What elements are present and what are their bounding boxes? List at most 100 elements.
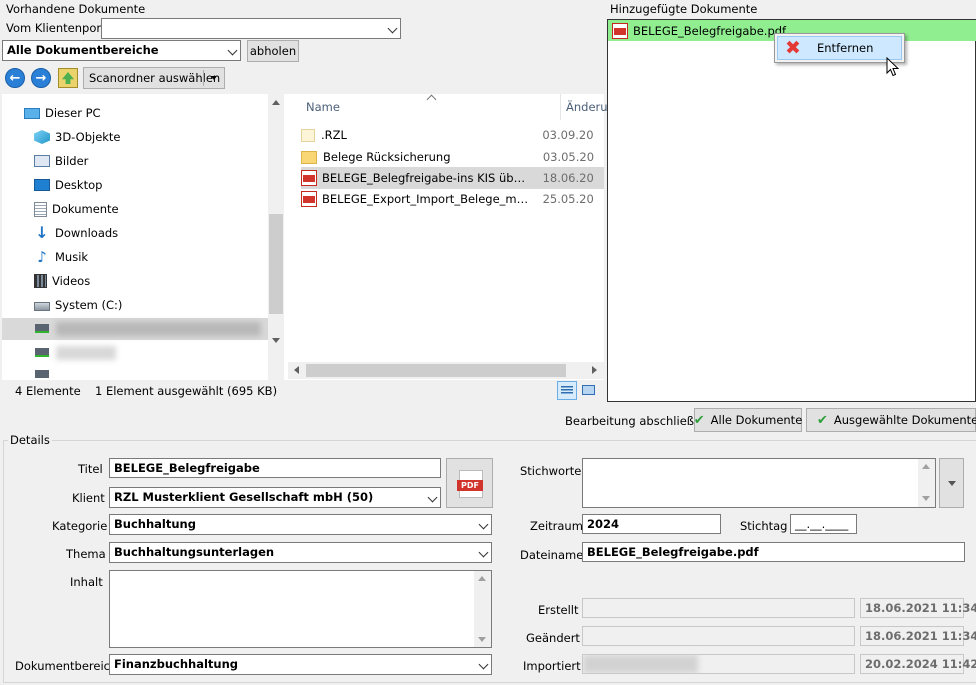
remove-menu-item[interactable]: ✖ Entfernen	[777, 36, 902, 60]
pdf-badge-text: PDF	[457, 480, 483, 491]
dropdown-triangle-icon	[947, 480, 956, 486]
pc-icon	[24, 107, 40, 119]
imported-by-field	[582, 654, 855, 674]
reference-date-field[interactable]: __.__.____	[790, 514, 857, 534]
file-date: 18.06.20	[542, 171, 594, 185]
file-name: BELEGE_Belegfreigabe-ins KIS übernom...	[322, 171, 529, 185]
finish-all-label: Alle Dokumente	[710, 413, 803, 427]
topic-label: Thema	[66, 547, 106, 561]
scroll-down-icon[interactable]	[272, 338, 280, 343]
tree-item-3d-objects[interactable]: 3D-Objekte	[34, 126, 121, 148]
tree-item-pictures[interactable]: Bilder	[34, 150, 88, 172]
scan-folder-button[interactable]: Scanordner auswählen	[83, 67, 225, 89]
pictures-icon	[34, 155, 50, 167]
document-area-combo[interactable]: Alle Dokumentbereiche	[2, 40, 241, 61]
category-combo[interactable]: Buchhaltung	[109, 514, 492, 535]
tree-scrollbar[interactable]	[268, 94, 284, 380]
chevron-down-icon	[227, 45, 238, 56]
network-drive-icon	[35, 324, 49, 333]
file-row-export-import[interactable]: BELEGE_Export_Import_Belege_mit_Beleg...…	[301, 188, 604, 210]
file-list-hscrollbar[interactable]	[288, 362, 604, 379]
file-name: .RZL	[321, 128, 347, 142]
tree-item-desktop[interactable]: Desktop	[34, 174, 102, 196]
back-arrow-icon[interactable]: ←	[5, 68, 25, 88]
category-value: Buchhaltung	[114, 517, 196, 531]
modified-by-field	[582, 626, 855, 646]
scroll-left-icon[interactable]	[294, 366, 299, 374]
tree-scroll-thumb[interactable]	[269, 214, 283, 314]
content-scrollbar[interactable]	[474, 571, 491, 647]
scroll-down-icon[interactable]	[478, 637, 486, 642]
title-field[interactable]: BELEGE_Belegfreigabe	[109, 458, 441, 478]
fetch-button-label: abholen	[249, 44, 297, 58]
tree-item-label: Dieser PC	[45, 106, 101, 120]
file-row-belege-ruecksicherung[interactable]: Belege Rücksicherung 03.05.20	[301, 146, 604, 168]
tree-item-label: Videos	[52, 274, 91, 288]
file-name: Belege Rücksicherung	[323, 150, 451, 164]
filename-field[interactable]: BELEGE_Belegfreigabe.pdf	[582, 542, 965, 562]
client-portal-combo[interactable]	[101, 18, 401, 39]
pdf-icon	[301, 170, 317, 186]
scroll-up-icon[interactable]	[922, 464, 930, 469]
checkmark-icon: ✔	[817, 412, 828, 428]
scan-folder-label: Scanordner auswählen	[89, 71, 221, 85]
added-documents-label: Hinzugefügte Dokumente	[610, 2, 758, 16]
scroll-up-icon[interactable]	[478, 576, 486, 581]
sort-up-icon	[426, 94, 437, 105]
tree-item-label: Bilder	[55, 154, 89, 168]
finish-all-button[interactable]: ✔ Alle Dokumente	[694, 408, 802, 432]
period-field[interactable]: 2024	[582, 514, 721, 534]
tree-item-label: System (C:)	[55, 298, 123, 312]
tree-item-videos[interactable]: Videos	[34, 270, 90, 292]
created-label: Erstellt	[538, 603, 579, 617]
topic-value: Buchhaltungsunterlagen	[114, 545, 275, 559]
finish-label: Bearbeitung abschließen:	[565, 414, 713, 428]
hscroll-thumb[interactable]	[306, 364, 566, 377]
content-label: Inhalt	[70, 575, 103, 589]
chevron-down-icon	[478, 519, 489, 530]
keywords-scrollbar[interactable]	[918, 459, 935, 507]
videos-icon	[34, 274, 47, 288]
forward-arrow-icon[interactable]: →	[31, 68, 51, 88]
tree-item-this-pc[interactable]: Dieser PC	[24, 102, 101, 124]
tree-item-system-c[interactable]: System (C:)	[34, 294, 122, 316]
details-view-icon[interactable]	[557, 381, 577, 400]
client-combo[interactable]: RZL Musterklient Gesellschaft mbH (50)	[109, 487, 441, 508]
added-documents-list[interactable]	[607, 19, 976, 402]
large-icons-view-icon[interactable]	[580, 383, 597, 398]
column-name[interactable]: Name	[306, 100, 340, 114]
column-changed[interactable]: Änderu	[566, 100, 608, 114]
open-pdf-button[interactable]: PDF	[446, 458, 493, 508]
scroll-right-icon[interactable]	[592, 366, 597, 374]
pdf-document-icon: PDF	[457, 470, 483, 498]
pdf-icon	[612, 22, 628, 39]
content-textarea[interactable]	[109, 570, 492, 648]
dropdown-triangle-icon[interactable]	[211, 76, 217, 80]
scroll-down-icon[interactable]	[922, 496, 930, 501]
tree-item-downloads[interactable]: ↓ Downloads	[34, 222, 118, 244]
status-selection: 1 Element ausgewählt (695 KB)	[95, 384, 278, 398]
file-row-belegfreigabe-selected[interactable]: BELEGE_Belegfreigabe-ins KIS übernom... …	[301, 167, 604, 189]
imported-date: 20.02.2024 11:42	[860, 654, 976, 674]
chevron-down-icon	[387, 23, 398, 34]
category-label: Kategorie	[52, 519, 108, 533]
checkmark-icon: ✔	[693, 412, 705, 428]
keywords-dropdown-button[interactable]	[939, 458, 964, 508]
fetch-button[interactable]: abholen	[247, 40, 299, 62]
file-row-rzl[interactable]: .RZL 03.09.20	[301, 124, 604, 146]
tree-item-music[interactable]: ♪ Musik	[34, 246, 88, 268]
drive-icon	[34, 302, 50, 311]
filename-label: Dateiname	[520, 548, 584, 562]
reference-date-label: Stichtag	[740, 519, 788, 533]
topic-combo[interactable]: Buchhaltungsunterlagen	[109, 542, 492, 563]
tree-item-documents[interactable]: Dokumente	[34, 198, 119, 220]
keywords-field[interactable]	[582, 458, 936, 508]
finish-selected-button[interactable]: ✔ Ausgewählte Dokumente	[806, 408, 976, 432]
document-area-detail-combo[interactable]: Finanzbuchhaltung	[109, 654, 492, 675]
tree-item-label: 3D-Objekte	[55, 130, 121, 144]
scroll-up-icon[interactable]	[272, 100, 280, 105]
client-value: RZL Musterklient Gesellschaft mbH (50)	[114, 490, 374, 504]
tree-item-label: Dokumente	[52, 202, 119, 216]
client-label: Klient	[72, 491, 105, 505]
folder-up-icon[interactable]	[58, 68, 78, 88]
